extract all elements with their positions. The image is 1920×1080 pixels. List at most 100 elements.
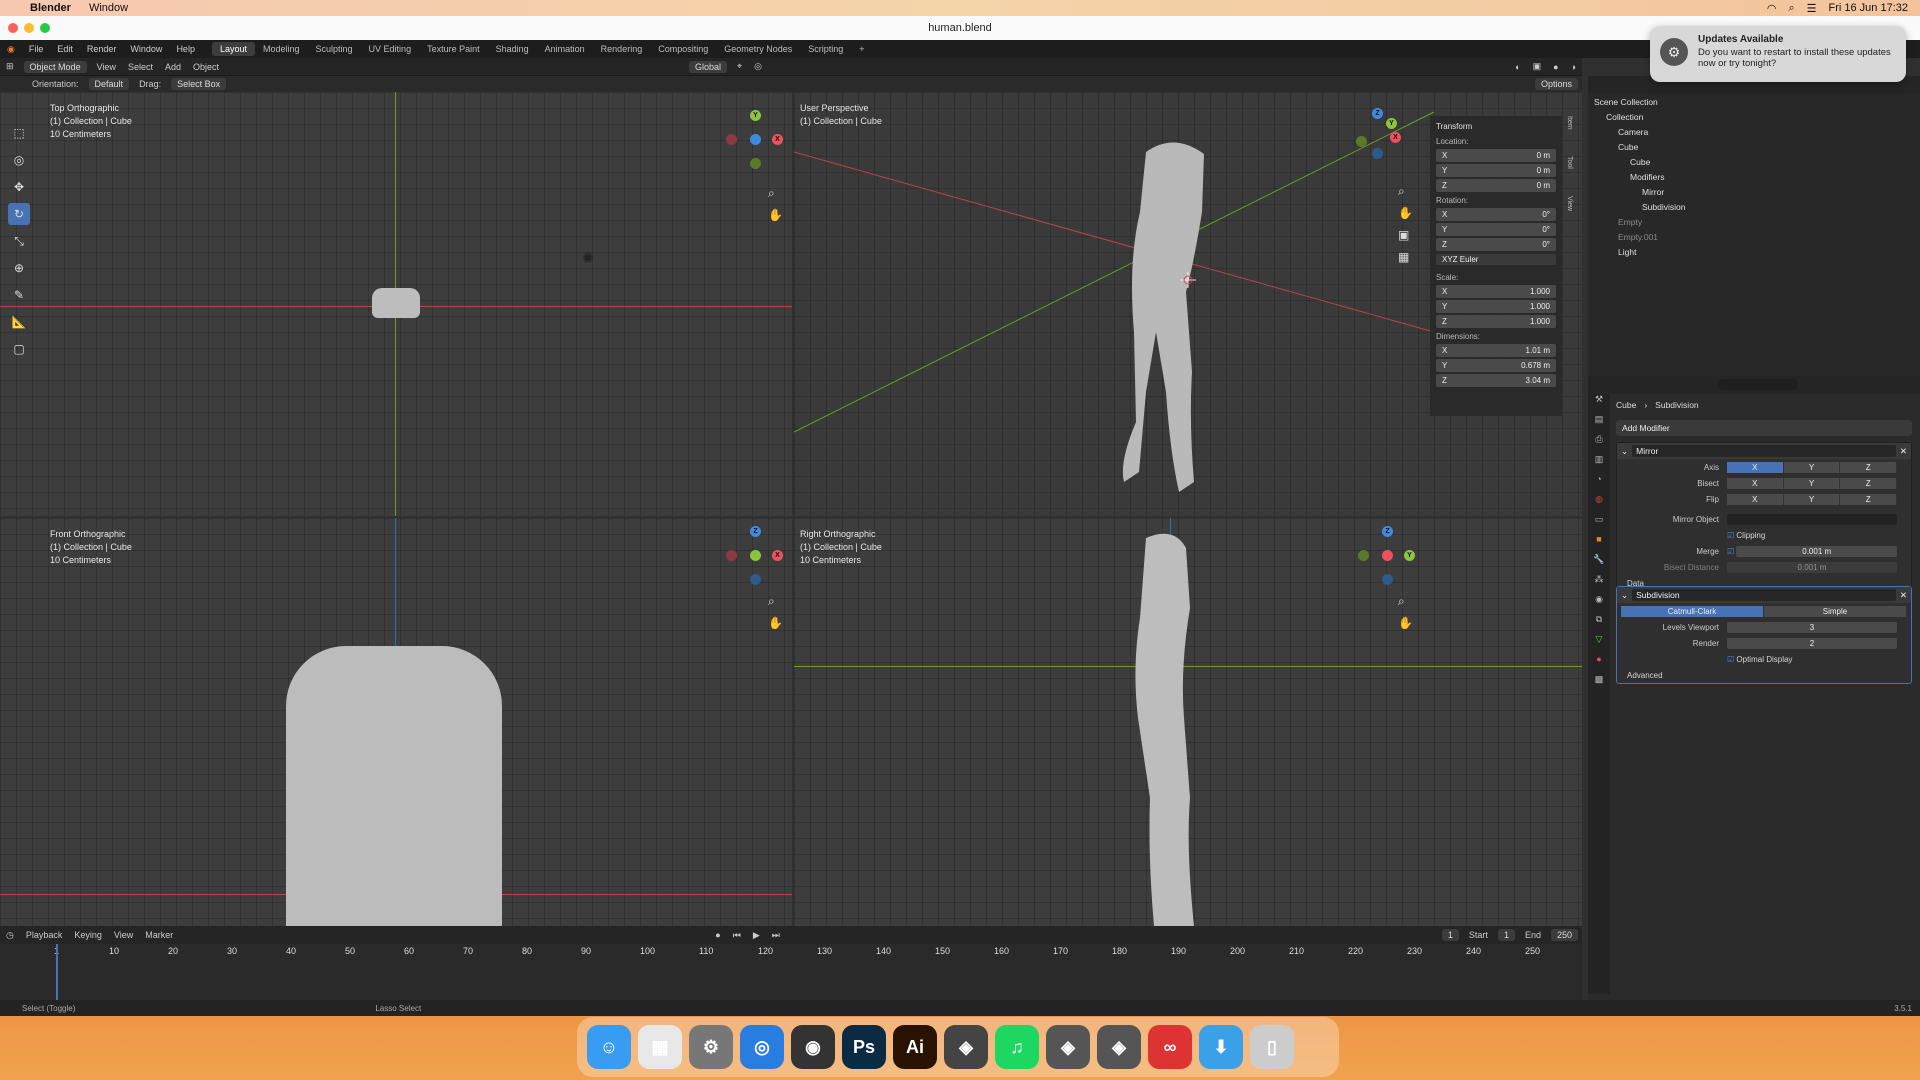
zoom-icon[interactable]: ⌕ <box>768 594 775 609</box>
pan-icon[interactable]: ✋ <box>1398 616 1413 630</box>
tab-shading[interactable]: Shading <box>488 42 537 56</box>
menu-view[interactable]: View <box>114 930 133 940</box>
add-cube-tool-icon[interactable]: ▢ <box>8 338 30 360</box>
breadcrumb-object[interactable]: Cube <box>1616 400 1636 410</box>
orientation-select[interactable]: Default <box>88 78 130 90</box>
mesh-top-view[interactable] <box>372 288 420 318</box>
scale-y-field[interactable]: Y 1.000 <box>1436 300 1556 313</box>
outliner-item[interactable]: Modifiers <box>1588 169 1920 184</box>
pan-icon[interactable]: ✋ <box>1398 206 1413 220</box>
breadcrumb-modifier[interactable]: Subdivision <box>1655 400 1698 410</box>
axis-x-toggle[interactable]: X <box>1727 461 1784 473</box>
dock-item-blender[interactable]: ◉ <box>791 1025 835 1069</box>
tab-tool[interactable]: Tool <box>1566 156 1573 196</box>
dock-item-spotify[interactable]: ♫ <box>995 1025 1039 1069</box>
close-icon[interactable]: ✕ <box>1900 590 1907 601</box>
options-button[interactable]: Options <box>1534 78 1578 90</box>
current-frame-field[interactable]: 1 <box>1441 929 1459 941</box>
close-button[interactable] <box>8 23 18 33</box>
modifier-tab-icon[interactable]: 🔧 <box>1588 554 1610 574</box>
material-tab-icon[interactable]: ● <box>1588 654 1610 674</box>
catmull-clark-toggle[interactable]: Catmull-Clark <box>1621 605 1764 617</box>
jump-end-icon[interactable]: ⏭ <box>772 930 780 941</box>
dock-item-downloads[interactable]: ⬇ <box>1199 1025 1243 1069</box>
clipping-checkbox[interactable]: ☑ <box>1727 531 1734 540</box>
bisect-x-toggle[interactable]: X <box>1727 477 1784 489</box>
mesh-front-view[interactable] <box>286 646 502 926</box>
rotation-y-field[interactable]: Y 0° <box>1436 223 1556 236</box>
rotation-x-field[interactable]: X 0° <box>1436 208 1556 221</box>
mirror-object-field[interactable] <box>1727 513 1897 525</box>
tab-scripting[interactable]: Scripting <box>800 42 851 56</box>
record-icon[interactable]: ● <box>715 930 720 940</box>
tab-sculpting[interactable]: Sculpting <box>308 42 361 56</box>
update-notification[interactable]: ⚙ Updates Available Do you want to resta… <box>1650 26 1906 82</box>
dock-item-trash[interactable]: ▯ <box>1250 1025 1294 1069</box>
tab-layout[interactable]: Layout <box>211 42 255 56</box>
properties-search-input[interactable] <box>1718 379 1798 390</box>
dimension-z-field[interactable]: Z 3.04 m <box>1436 374 1556 387</box>
location-x-field[interactable]: X0 m <box>1436 149 1556 162</box>
optimal-display-checkbox[interactable]: ☑ <box>1727 655 1734 664</box>
scene-tab-icon[interactable]: ◔ <box>1588 474 1610 494</box>
collapse-icon[interactable]: ⌄ <box>1621 590 1628 601</box>
menubar-window[interactable]: Window <box>89 2 128 14</box>
menu-render[interactable]: Render <box>87 44 117 54</box>
transform-tool-icon[interactable]: ⊕ <box>8 257 30 279</box>
dock-item-launchpad[interactable]: ▦ <box>638 1025 682 1069</box>
select-tool-icon[interactable]: ⬚ <box>8 122 30 144</box>
levels-viewport-field[interactable]: 3 <box>1727 621 1897 633</box>
bisect-z-toggle[interactable]: Z <box>1840 477 1898 489</box>
simple-toggle[interactable]: Simple <box>1764 605 1907 617</box>
navigation-gizmo[interactable]: Y X <box>726 110 786 170</box>
navigation-gizmo[interactable]: Z Y X <box>1350 108 1410 168</box>
menu-playback[interactable]: Playback <box>26 930 63 940</box>
play-icon[interactable]: ▶ <box>753 930 760 941</box>
merge-checkbox[interactable]: ☑ <box>1727 547 1734 556</box>
annotate-tool-icon[interactable]: ✎ <box>8 284 30 306</box>
menu-edit[interactable]: Edit <box>57 44 73 54</box>
outliner-item[interactable]: Light <box>1588 244 1920 259</box>
tab-texture-paint[interactable]: Texture Paint <box>419 42 488 56</box>
end-frame-field[interactable]: 250 <box>1550 929 1578 941</box>
navigation-gizmo[interactable]: Z Y <box>1358 526 1418 586</box>
playhead[interactable] <box>56 944 58 1000</box>
collection-tab-icon[interactable]: ▭ <box>1588 514 1610 534</box>
menu-marker[interactable]: Marker <box>145 930 173 940</box>
dimension-x-field[interactable]: X 1.01 m <box>1436 344 1556 357</box>
scale-z-field[interactable]: Z 1.000 <box>1436 315 1556 328</box>
tool-tab-icon[interactable]: ⚒ <box>1588 394 1610 414</box>
menu-view[interactable]: View <box>97 62 116 72</box>
minimize-button[interactable] <box>24 23 34 33</box>
merge-distance-field[interactable]: 0.001 m <box>1736 545 1897 557</box>
transform-header[interactable]: Transform <box>1436 122 1556 131</box>
timeline-ruler[interactable]: 1102030405060708090100110120130140150160… <box>0 944 1582 960</box>
outliner-item[interactable]: Cube <box>1588 139 1920 154</box>
outliner-item[interactable]: Subdivision <box>1588 199 1920 214</box>
zoom-icon[interactable]: ⌕ <box>768 186 775 201</box>
dock-item-settings[interactable]: ⚙ <box>689 1025 733 1069</box>
object-tab-icon[interactable]: ■ <box>1588 534 1610 554</box>
dock-item-unity[interactable]: ◈ <box>944 1025 988 1069</box>
flip-y-toggle[interactable]: Y <box>1783 493 1841 505</box>
control-center-icon[interactable]: ☰ <box>1807 2 1817 15</box>
bisect-y-toggle[interactable]: Y <box>1783 477 1841 489</box>
tab-modeling[interactable]: Modeling <box>255 42 308 56</box>
outliner-item[interactable]: Cube <box>1588 154 1920 169</box>
flip-z-toggle[interactable]: Z <box>1840 493 1898 505</box>
collapse-icon[interactable]: ⌄ <box>1621 446 1628 457</box>
output-tab-icon[interactable]: ⎙ <box>1588 434 1610 454</box>
dimension-y-field[interactable]: Y 0.678 m <box>1436 359 1556 372</box>
drag-select[interactable]: Select Box <box>171 78 227 90</box>
jump-start-icon[interactable]: ⏮ <box>733 930 741 941</box>
wifi-icon[interactable]: ◠ <box>1767 2 1777 15</box>
rotate-tool-icon[interactable]: ↻ <box>8 203 30 225</box>
xray-icon[interactable]: ▣ <box>1533 61 1542 72</box>
menu-help[interactable]: Help <box>176 44 195 54</box>
move-tool-icon[interactable]: ✥ <box>8 176 30 198</box>
start-frame-field[interactable]: 1 <box>1497 929 1515 941</box>
menu-select[interactable]: Select <box>128 62 153 72</box>
search-icon[interactable]: ⌕ <box>1788 2 1794 15</box>
overlay-icon[interactable]: ◐ <box>1515 62 1520 72</box>
dock-item-ai[interactable]: Ai <box>893 1025 937 1069</box>
